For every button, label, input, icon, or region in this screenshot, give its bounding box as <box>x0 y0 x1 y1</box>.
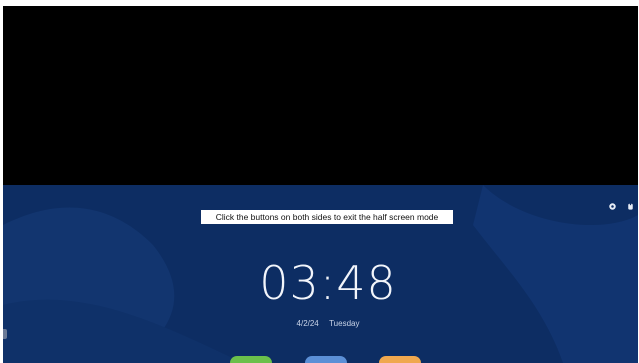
screen: Click the buttons on both sides to exit … <box>3 6 638 363</box>
lock-screen-date: 4/2/24 Tuesday <box>253 319 403 329</box>
power-icon[interactable] <box>626 202 635 211</box>
weekday-value: Tuesday <box>329 319 360 328</box>
app-green-icon[interactable] <box>230 356 272 363</box>
settings-icon[interactable] <box>608 202 617 211</box>
app-orange-icon[interactable] <box>379 356 421 363</box>
app-blue-icon[interactable] <box>305 356 347 363</box>
half-screen-empty-area[interactable] <box>3 6 638 185</box>
lock-screen-panel: Click the buttons on both sides to exit … <box>3 185 638 363</box>
half-screen-hint: Click the buttons on both sides to exit … <box>201 210 453 224</box>
date-value: 4/2/24 <box>296 319 319 328</box>
exit-half-screen-handle[interactable] <box>3 329 7 339</box>
lock-screen-time: 03:48 <box>259 256 397 310</box>
